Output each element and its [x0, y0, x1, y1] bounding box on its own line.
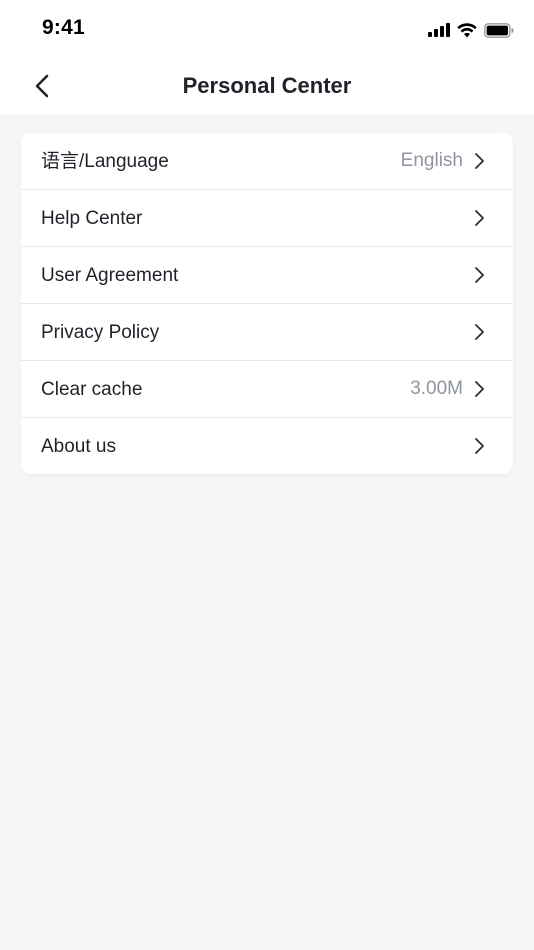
- settings-item-user-agreement[interactable]: User Agreement: [21, 247, 513, 304]
- battery-icon: [484, 22, 514, 38]
- settings-item-label: User Agreement: [41, 265, 179, 286]
- settings-item-clear-cache[interactable]: Clear cache 3.00M: [21, 361, 513, 418]
- chevron-right-icon: [475, 324, 484, 340]
- settings-item-value: English: [400, 150, 463, 171]
- navigation-bar: Personal Center: [0, 58, 534, 114]
- settings-list: 语言/Language English Help Center User Agr…: [21, 133, 513, 474]
- header-area: 9:41 Personal Center: [0, 0, 534, 114]
- status-time: 9:41: [42, 16, 85, 39]
- settings-item-about-us[interactable]: About us: [21, 418, 513, 474]
- chevron-right-icon: [475, 153, 484, 169]
- settings-item-privacy-policy[interactable]: Privacy Policy: [21, 304, 513, 361]
- settings-item-label: Clear cache: [41, 379, 143, 400]
- page-title: Personal Center: [182, 73, 352, 98]
- wifi-icon: [457, 22, 477, 37]
- chevron-right-icon: [475, 438, 484, 454]
- cache-size-value: 3.00M: [410, 378, 463, 399]
- settings-item-label: About us: [41, 436, 116, 457]
- settings-item-label: 语言/Language: [41, 151, 169, 172]
- settings-item-language[interactable]: 语言/Language English: [21, 133, 513, 190]
- settings-item-label: Privacy Policy: [41, 322, 160, 343]
- status-bar: 9:41: [0, 0, 534, 58]
- chevron-right-icon: [475, 267, 484, 283]
- chevron-right-icon: [475, 381, 484, 397]
- settings-item-label: Help Center: [41, 208, 143, 229]
- settings-item-help-center[interactable]: Help Center: [21, 190, 513, 247]
- status-icons: [428, 20, 514, 40]
- signal-icon: [428, 23, 450, 37]
- chevron-right-icon: [475, 210, 484, 226]
